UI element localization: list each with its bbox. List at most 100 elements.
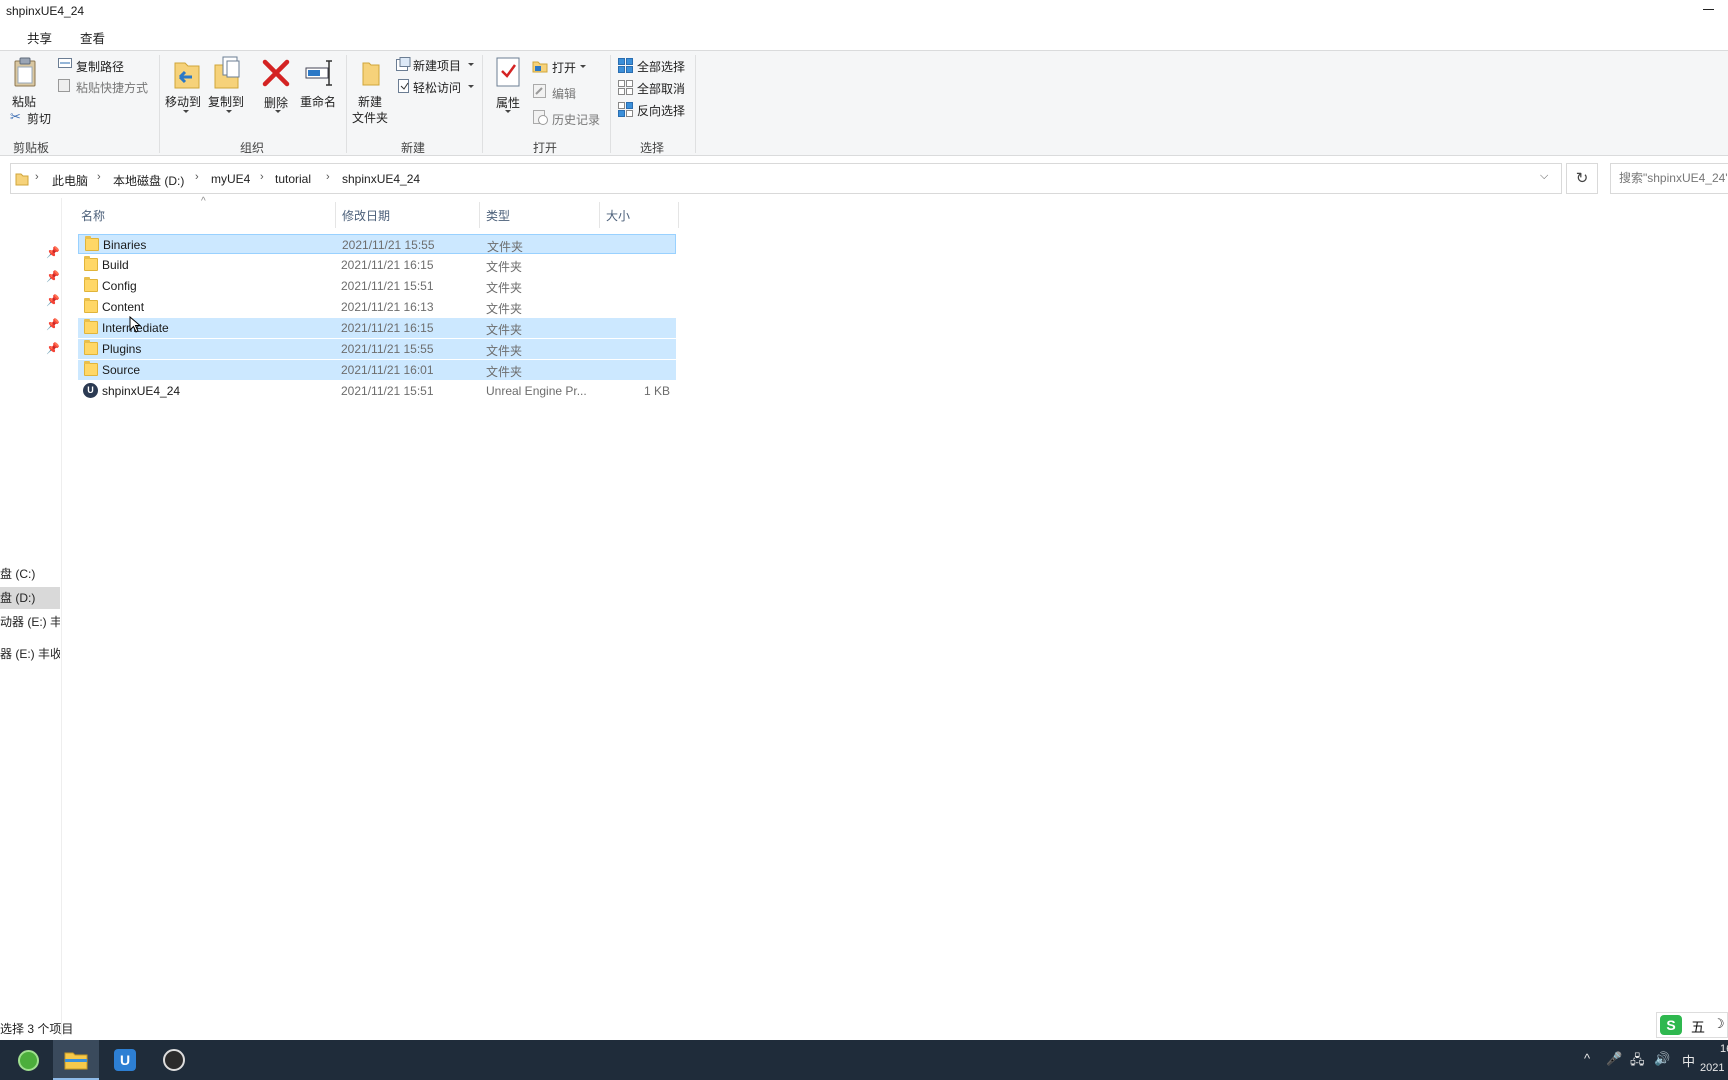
new-item-dropdown-arrow[interactable] [468, 63, 474, 66]
move-to-button[interactable]: 移动到 [165, 93, 201, 110]
paste-shortcut-icon [58, 79, 70, 92]
breadcrumb-current[interactable]: shpinxUE4_24 [342, 172, 420, 186]
clock-date[interactable]: 2021 [1700, 1062, 1724, 1074]
minimize-button[interactable] [1700, 2, 1716, 16]
refresh-button[interactable]: ↻ [1566, 163, 1598, 194]
file-row-source[interactable]: Source 2021/11/21 16:01 文件夹 [78, 360, 676, 380]
delete-button[interactable]: 删除 [264, 94, 288, 111]
file-row-intermediate[interactable]: Intermediate 2021/11/21 16:15 文件夹 [78, 318, 676, 338]
pin-icon[interactable]: 📌 [46, 270, 60, 283]
file-row-build[interactable]: Build 2021/11/21 16:15 文件夹 [78, 255, 676, 275]
nav-item-drive-d[interactable]: 盘 (D:) [0, 587, 60, 609]
column-divider[interactable] [599, 202, 600, 228]
tab-view[interactable]: 查看 [80, 28, 105, 47]
file-row-content[interactable]: Content 2021/11/21 16:13 文件夹 [78, 297, 676, 317]
copy-to-icon[interactable] [212, 55, 242, 91]
breadcrumb-myue4[interactable]: myUE4 [211, 172, 250, 186]
properties-dropdown-arrow[interactable] [505, 110, 511, 113]
rename-button[interactable]: 重命名 [300, 93, 336, 110]
search-input[interactable]: 搜索"shpinxUE4_24" [1610, 163, 1728, 194]
chevron-right-icon[interactable]: › [260, 171, 264, 183]
properties-button[interactable]: 属性 [496, 94, 520, 111]
folder-icon [15, 173, 29, 186]
tab-share[interactable]: 共享 [27, 28, 52, 47]
network-icon[interactable]: 🖧 [1630, 1051, 1645, 1073]
chevron-up-icon[interactable]: ^ [1584, 1051, 1590, 1066]
chevron-right-icon[interactable]: › [35, 171, 39, 183]
select-none-icon [618, 80, 633, 95]
select-none-button[interactable]: 全部取消 [637, 80, 685, 97]
rename-icon[interactable] [304, 59, 334, 87]
chevron-right-icon[interactable]: › [97, 171, 101, 183]
taskbar-app-obs[interactable] [151, 1040, 197, 1080]
properties-icon[interactable] [496, 57, 520, 87]
mouse-cursor-icon [129, 316, 141, 333]
ime-indicator[interactable]: 中 [1682, 1051, 1695, 1070]
address-bar[interactable]: › 此电脑 › 本地磁盘 (D:) › myUE4 › tutorial › s… [10, 163, 1562, 194]
moon-icon[interactable]: ☽ [1713, 1016, 1725, 1032]
nav-item-drive-e[interactable]: 动器 (E:) 丰收 [0, 612, 60, 632]
column-divider[interactable] [335, 202, 336, 228]
cut-button[interactable]: 剪切 [27, 110, 51, 127]
pin-icon[interactable]: 📌 [46, 294, 60, 307]
easy-access-dropdown-arrow[interactable] [468, 85, 474, 88]
move-to-dropdown-arrow[interactable] [183, 110, 189, 113]
history-button[interactable]: 历史记录 [552, 111, 600, 128]
pin-icon[interactable]: 📌 [46, 246, 60, 259]
speaker-icon[interactable]: 🔊 [1654, 1051, 1670, 1067]
file-type: 文件夹 [486, 323, 523, 337]
file-row-uproject[interactable]: U shpinxUE4_24 2021/11/21 15:51 Unreal E… [78, 381, 676, 401]
select-all-button[interactable]: 全部选择 [637, 58, 685, 75]
open-dropdown-arrow[interactable] [580, 65, 586, 68]
edit-button[interactable]: 编辑 [552, 85, 576, 102]
file-row-config[interactable]: Config 2021/11/21 15:51 文件夹 [78, 276, 676, 296]
delete-dropdown-arrow[interactable] [275, 110, 281, 113]
column-header-type[interactable]: 类型 [486, 207, 510, 224]
file-type: 文件夹 [487, 240, 524, 254]
column-header-name[interactable]: 名称 [81, 207, 105, 224]
taskbar-app-360[interactable] [5, 1040, 51, 1080]
column-header-date[interactable]: 修改日期 [342, 207, 390, 224]
breadcrumb-drive-d[interactable]: 本地磁盘 (D:) [113, 172, 184, 189]
column-divider[interactable] [479, 202, 480, 228]
delete-icon[interactable] [262, 59, 290, 87]
breadcrumb-tutorial[interactable]: tutorial [275, 172, 311, 186]
copy-to-dropdown-arrow[interactable] [226, 110, 232, 113]
green-app-icon [18, 1050, 39, 1071]
new-folder-button-line2[interactable]: 文件夹 [352, 109, 388, 126]
chevron-right-icon[interactable]: › [195, 171, 199, 183]
ime-mode-label[interactable]: 五 [1691, 1017, 1705, 1037]
easy-access-button[interactable]: 轻松访问 [413, 79, 461, 96]
column-divider[interactable] [678, 202, 679, 228]
paste-shortcut-button[interactable]: 粘贴快捷方式 [76, 79, 148, 96]
new-folder-button-line1[interactable]: 新建 [358, 93, 382, 110]
open-button[interactable]: 打开 [552, 59, 576, 76]
folder-icon [84, 319, 98, 334]
invert-selection-button[interactable]: 反向选择 [637, 102, 685, 119]
ime-toolbar[interactable]: S 五 ☽ [1656, 1012, 1728, 1038]
new-folder-icon[interactable] [360, 55, 382, 87]
nav-item-drive-e-network[interactable]: 器 (E:) 丰收e [0, 644, 60, 664]
move-to-icon[interactable] [172, 57, 202, 91]
breadcrumb-this-pc[interactable]: 此电脑 [52, 172, 88, 189]
chevron-right-icon[interactable]: › [326, 171, 330, 183]
pin-icon[interactable]: 📌 [46, 342, 60, 355]
new-item-button[interactable]: 新建项目 [413, 57, 461, 74]
file-row-binaries[interactable]: Binaries 2021/11/21 15:55 文件夹 [78, 234, 676, 254]
taskbar-app-file-explorer[interactable] [53, 1040, 99, 1080]
copy-path-button[interactable]: 复制路径 [76, 58, 124, 75]
chevron-down-icon[interactable]: ⌵ [1540, 170, 1548, 183]
file-date: 2021/11/21 16:15 [341, 321, 434, 335]
file-name: Content [102, 300, 145, 314]
taskbar-app-unreal-launcher[interactable]: U [102, 1040, 148, 1080]
paste-button[interactable]: 粘贴 [12, 93, 36, 110]
folder-icon [85, 236, 99, 251]
nav-item-drive-c[interactable]: 盘 (C:) [0, 564, 60, 584]
column-header-size[interactable]: 大小 [606, 207, 630, 224]
microphone-icon[interactable]: 🎤 [1606, 1051, 1622, 1067]
clipboard-icon[interactable] [12, 57, 38, 87]
file-row-plugins[interactable]: Plugins 2021/11/21 15:55 文件夹 [78, 339, 676, 359]
copy-to-button[interactable]: 复制到 [208, 93, 244, 110]
pin-icon[interactable]: 📌 [46, 318, 60, 331]
clock-time[interactable]: 16 [1720, 1043, 1728, 1055]
